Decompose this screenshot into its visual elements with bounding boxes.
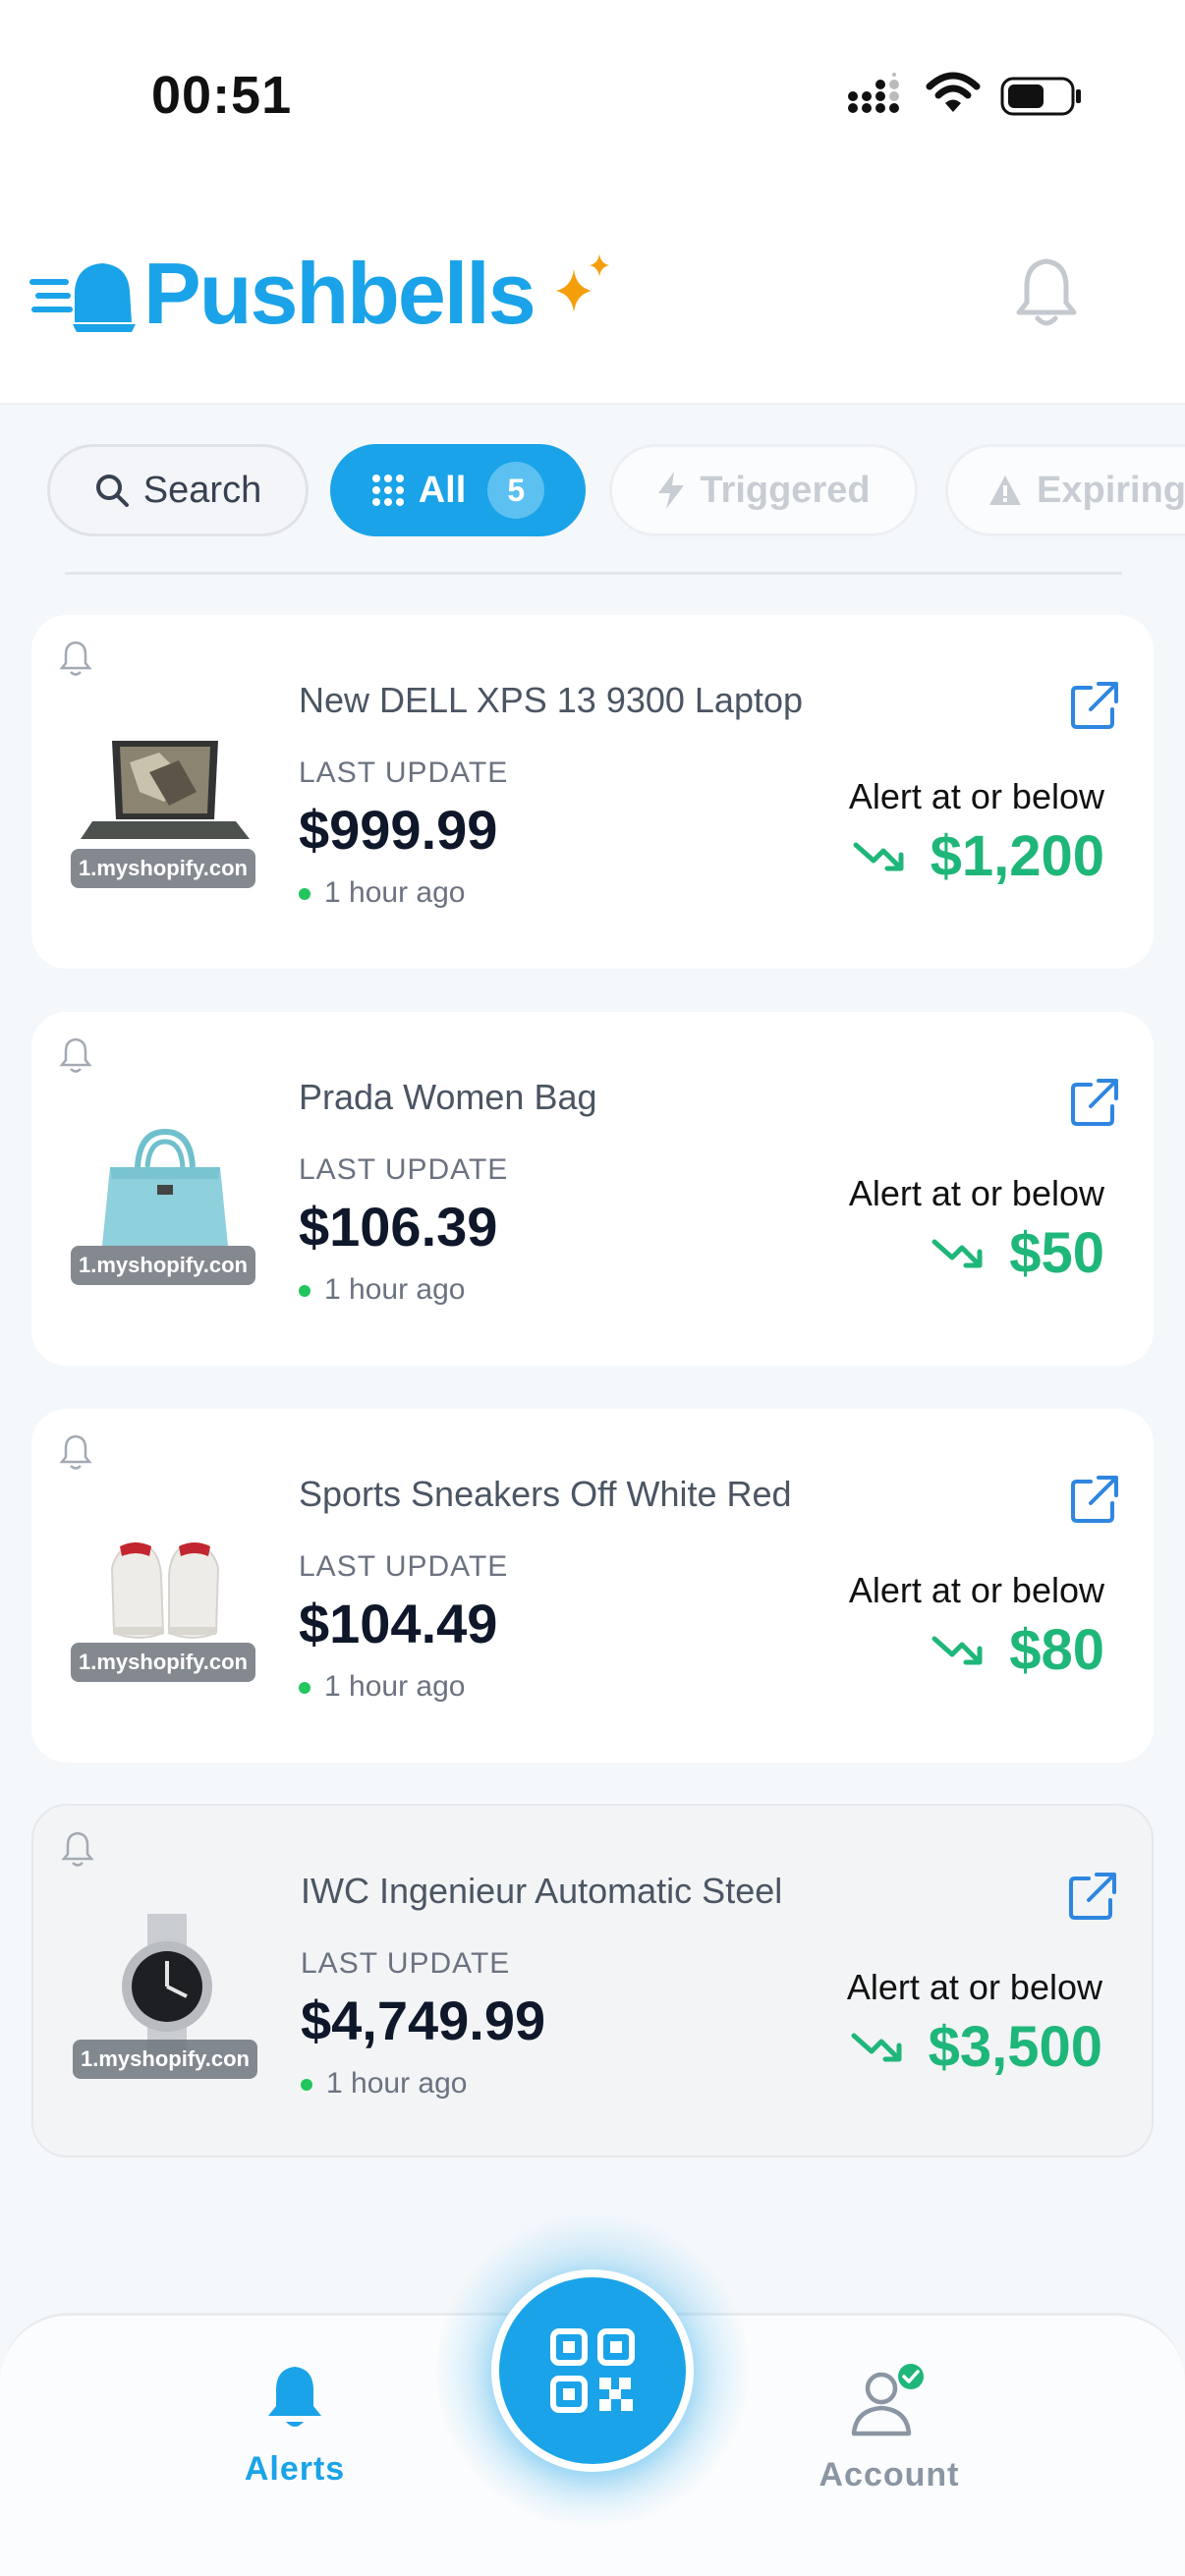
updated-time-text: 1 hour ago <box>324 1670 466 1703</box>
external-link-icon[interactable] <box>1069 680 1120 731</box>
last-update-label: LAST UPDATE <box>299 756 509 789</box>
filter-bar: Search All 5 Triggered Expiring <box>0 444 1185 538</box>
bell-filled-icon <box>268 2367 321 2427</box>
wifi-icon <box>926 72 981 112</box>
card-bell-icon <box>59 1434 92 1470</box>
alert-card[interactable]: 1.myshopify.con New DELL XPS 13 9300 Lap… <box>31 615 1154 969</box>
nav-alerts-label: Alerts <box>244 2450 346 2488</box>
external-link-icon[interactable] <box>1069 1474 1120 1525</box>
updated-time-text: 1 hour ago <box>326 2067 468 2100</box>
lightning-icon <box>658 472 685 509</box>
alert-card[interactable]: 1.myshopify.con Sports Sneakers Off Whit… <box>31 1409 1154 1763</box>
trending-down-icon <box>851 2033 902 2061</box>
product-title: Sports Sneakers Off White Red <box>299 1474 792 1514</box>
current-price: $106.39 <box>299 1196 498 1258</box>
all-chip-label: All <box>418 469 467 511</box>
store-tag: 1.myshopify.con <box>73 2040 257 2079</box>
store-tag: 1.myshopify.con <box>71 1246 255 1285</box>
triggered-chip-label: Triggered <box>700 469 871 511</box>
notifications-bell-icon[interactable] <box>1014 255 1079 330</box>
store-tag: 1.myshopify.con <box>71 849 255 888</box>
current-price: $999.99 <box>299 799 498 861</box>
status-dot <box>299 888 310 901</box>
last-update-label: LAST UPDATE <box>301 1947 511 1980</box>
status-dot <box>299 1285 310 1298</box>
product-title: New DELL XPS 13 9300 Laptop <box>299 680 804 720</box>
trending-down-icon <box>853 842 904 870</box>
last-update-label: LAST UPDATE <box>299 1153 509 1186</box>
alert-target: $80 <box>931 1617 1104 1683</box>
status-dot <box>299 1682 310 1695</box>
updated-time-text: 1 hour ago <box>324 1273 466 1306</box>
nav-alerts-tab[interactable]: Alerts <box>197 2363 393 2489</box>
status-bar: 00:51 <box>0 0 1185 196</box>
filter-divider <box>65 572 1122 575</box>
updated-time: 1 hour ago <box>299 1273 465 1307</box>
pushbells-logo-icon <box>29 263 136 332</box>
target-price: $1,200 <box>930 824 1104 888</box>
target-price: $3,500 <box>928 2015 1102 2079</box>
search-chip[interactable]: Search <box>47 444 309 536</box>
trending-down-icon <box>931 1239 983 1267</box>
card-bell-icon <box>61 1831 94 1867</box>
search-icon <box>95 475 129 507</box>
alert-target: $1,200 <box>852 823 1104 889</box>
expiring-filter-chip[interactable]: Expiring <box>945 444 1185 536</box>
target-price: $80 <box>1009 1618 1104 1682</box>
current-price: $104.49 <box>299 1593 498 1654</box>
warning-icon <box>989 476 1021 505</box>
alert-condition-label: Alert at or below <box>846 1967 1102 2007</box>
alert-target: $3,500 <box>850 2014 1102 2080</box>
target-price: $50 <box>1009 1221 1104 1285</box>
updated-time-text: 1 hour ago <box>324 876 466 909</box>
last-update-label: LAST UPDATE <box>299 1550 509 1583</box>
store-tag: 1.myshopify.con <box>71 1643 255 1682</box>
card-bell-icon <box>59 641 92 676</box>
updated-time: 1 hour ago <box>299 1670 465 1704</box>
status-time: 00:51 <box>151 66 293 125</box>
updated-time: 1 hour ago <box>301 2067 467 2100</box>
card-bell-icon <box>59 1037 92 1073</box>
search-chip-label: Search <box>142 469 262 511</box>
external-link-icon[interactable] <box>1067 1871 1118 1922</box>
alert-card[interactable]: 1.myshopify.con IWC Ingenieur Automatic … <box>31 1804 1154 2157</box>
grid-icon <box>371 475 404 506</box>
brand-name: Pushbells <box>143 245 536 342</box>
app-header: Pushbells <box>0 196 1185 405</box>
status-dot <box>301 2079 312 2092</box>
all-filter-chip[interactable]: All 5 <box>330 444 586 536</box>
product-title: Prada Women Bag <box>299 1077 597 1117</box>
alert-condition-label: Alert at or below <box>848 776 1104 816</box>
alert-condition-label: Alert at or below <box>848 1570 1104 1610</box>
signal-icon <box>848 73 899 113</box>
alert-target: $50 <box>931 1220 1104 1286</box>
product-title: IWC Ingenieur Automatic Steel <box>301 1871 783 1911</box>
all-count-badge: 5 <box>487 462 545 519</box>
qr-code-icon <box>550 2328 635 2413</box>
sparkle-icon <box>556 253 609 312</box>
qr-scan-button[interactable] <box>491 2269 694 2472</box>
nav-account-tab[interactable]: Account <box>786 2363 992 2494</box>
trending-down-icon <box>931 1636 983 1664</box>
account-verified-icon <box>851 2364 924 2436</box>
alert-card[interactable]: 1.myshopify.con Prada Women Bag LAST UPD… <box>31 1012 1154 1366</box>
battery-icon <box>1000 77 1081 116</box>
external-link-icon[interactable] <box>1069 1077 1120 1128</box>
current-price: $4,749.99 <box>301 1989 546 2051</box>
expiring-chip-label: Expiring <box>1037 469 1185 511</box>
triggered-filter-chip[interactable]: Triggered <box>609 444 918 536</box>
alert-condition-label: Alert at or below <box>848 1173 1104 1213</box>
nav-account-label: Account <box>818 2456 960 2493</box>
updated-time: 1 hour ago <box>299 876 465 910</box>
